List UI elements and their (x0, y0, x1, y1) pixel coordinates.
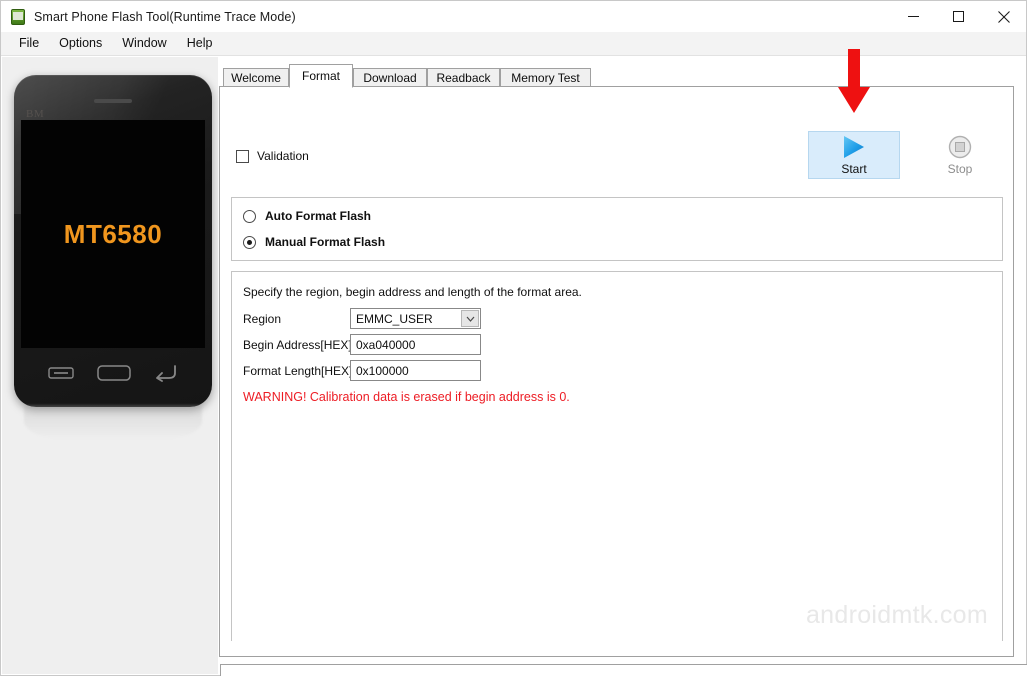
region-settings-group: Specify the region, begin address and le… (231, 271, 1003, 641)
chevron-down-icon (466, 316, 474, 322)
start-button[interactable]: Start (808, 131, 900, 179)
radio-auto-label: Auto Format Flash (265, 209, 372, 223)
site-watermark: androidmtk.com (805, 601, 988, 629)
menu-item-help[interactable]: Help (177, 33, 223, 54)
begin-address-value: 0xa040000 (356, 337, 416, 352)
minimize-icon (908, 16, 919, 17)
region-field-row: Region EMMC_USER (243, 308, 481, 329)
start-button-label: Start (841, 161, 867, 176)
radio-manual-label: Manual Format Flash (265, 235, 386, 249)
app-icon (10, 8, 26, 25)
menu-icon (47, 366, 74, 379)
format-tab-page: Validation Start Stop Auto Format Flash … (219, 87, 1014, 657)
tab-welcome[interactable]: Welcome (223, 68, 289, 87)
tab-download[interactable]: Download (353, 68, 427, 87)
phone-reflection (24, 405, 202, 439)
region-select-value: EMMC_USER (356, 311, 433, 326)
window-title: Smart Phone Flash Tool(Runtime Trace Mod… (34, 9, 296, 24)
format-length-row: Format Length[HEX]: 0x100000 (243, 360, 481, 381)
close-button[interactable] (981, 1, 1026, 32)
tab-format[interactable]: Format (289, 64, 353, 88)
begin-address-label: Begin Address[HEX]: (243, 337, 356, 352)
home-icon (97, 364, 131, 381)
radio-auto-format-flash[interactable]: Auto Format Flash (243, 209, 371, 223)
application-window: Smart Phone Flash Tool(Runtime Trace Mod… (0, 0, 1027, 676)
radio-auto-indicator[interactable] (243, 209, 256, 223)
phone-earpiece (94, 99, 132, 103)
window-controls (891, 1, 1026, 32)
region-hint-text: Specify the region, begin address and le… (243, 285, 582, 299)
chipset-label: MT6580 (63, 218, 163, 249)
menu-item-file[interactable]: File (9, 33, 49, 54)
region-label: Region (243, 311, 282, 326)
menu-item-window[interactable]: Window (112, 33, 176, 54)
minimize-button[interactable] (891, 1, 936, 32)
phone-navigation-bar (14, 348, 212, 407)
format-mode-group: Auto Format Flash Manual Format Flash (231, 197, 1003, 261)
validation-checkbox[interactable] (236, 149, 249, 163)
device-preview-panel: BM MT6580 (2, 57, 218, 674)
close-icon (997, 10, 1010, 23)
validation-checkbox-row[interactable]: Validation (236, 149, 309, 163)
tab-readback[interactable]: Readback (427, 68, 500, 87)
maximize-icon (953, 11, 964, 22)
play-triangle-icon (844, 135, 864, 158)
begin-address-row: Begin Address[HEX]: 0xa040000 (243, 334, 481, 355)
stop-button-label: Stop (947, 161, 973, 176)
tab-strip: Welcome Format Download Readback Memory … (219, 64, 1026, 88)
back-icon (156, 364, 177, 382)
menu-item-options[interactable]: Options (49, 33, 112, 54)
region-select[interactable]: EMMC_USER (350, 308, 481, 329)
radio-manual-indicator[interactable] (243, 235, 256, 249)
menu-bar: File Options Window Help (1, 32, 1026, 56)
tab-memory-test[interactable]: Memory Test (500, 68, 591, 87)
begin-address-input[interactable]: 0xa040000 (350, 334, 481, 355)
validation-label: Validation (257, 149, 309, 163)
radio-manual-format-flash[interactable]: Manual Format Flash (243, 235, 385, 249)
warning-message: WARNING! Calibration data is erased if b… (243, 390, 570, 404)
phone-brand-watermark: BM (26, 108, 45, 120)
phone-illustration: BM MT6580 (14, 75, 212, 407)
title-bar: Smart Phone Flash Tool(Runtime Trace Mod… (1, 1, 1026, 32)
stop-button: Stop (922, 131, 998, 179)
progress-bar (220, 664, 1027, 676)
region-select-arrow[interactable] (461, 310, 479, 327)
format-length-label: Format Length[HEX]: (243, 363, 356, 378)
phone-screen: MT6580 (21, 120, 205, 348)
stop-square-icon (948, 135, 972, 158)
format-length-input[interactable]: 0x100000 (350, 360, 481, 381)
content-panel: Welcome Format Download Readback Memory … (219, 57, 1027, 676)
maximize-button[interactable] (936, 1, 981, 32)
format-length-value: 0x100000 (356, 363, 409, 378)
